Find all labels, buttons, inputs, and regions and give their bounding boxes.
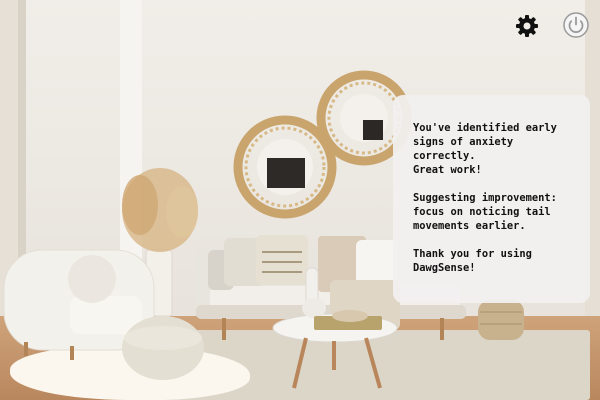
mirror-left <box>233 115 337 219</box>
feedback-thanks-text: Thank you for using DawgSense! <box>413 248 532 274</box>
settings-button[interactable] <box>515 14 539 38</box>
gear-icon <box>516 15 538 37</box>
feedback-suggestion-text: Suggesting improvement: focus on noticin… <box>413 192 557 232</box>
background-scene: You've identified early signs of anxiety… <box>0 0 600 400</box>
feedback-dialog: You've identified early signs of anxiety… <box>393 95 590 303</box>
feedback-praise-text: You've identified early signs of anxiety… <box>413 122 557 176</box>
woven-basket <box>478 300 524 340</box>
knitted-pouf <box>122 316 204 380</box>
power-icon <box>563 12 589 38</box>
power-button[interactable] <box>563 12 589 38</box>
